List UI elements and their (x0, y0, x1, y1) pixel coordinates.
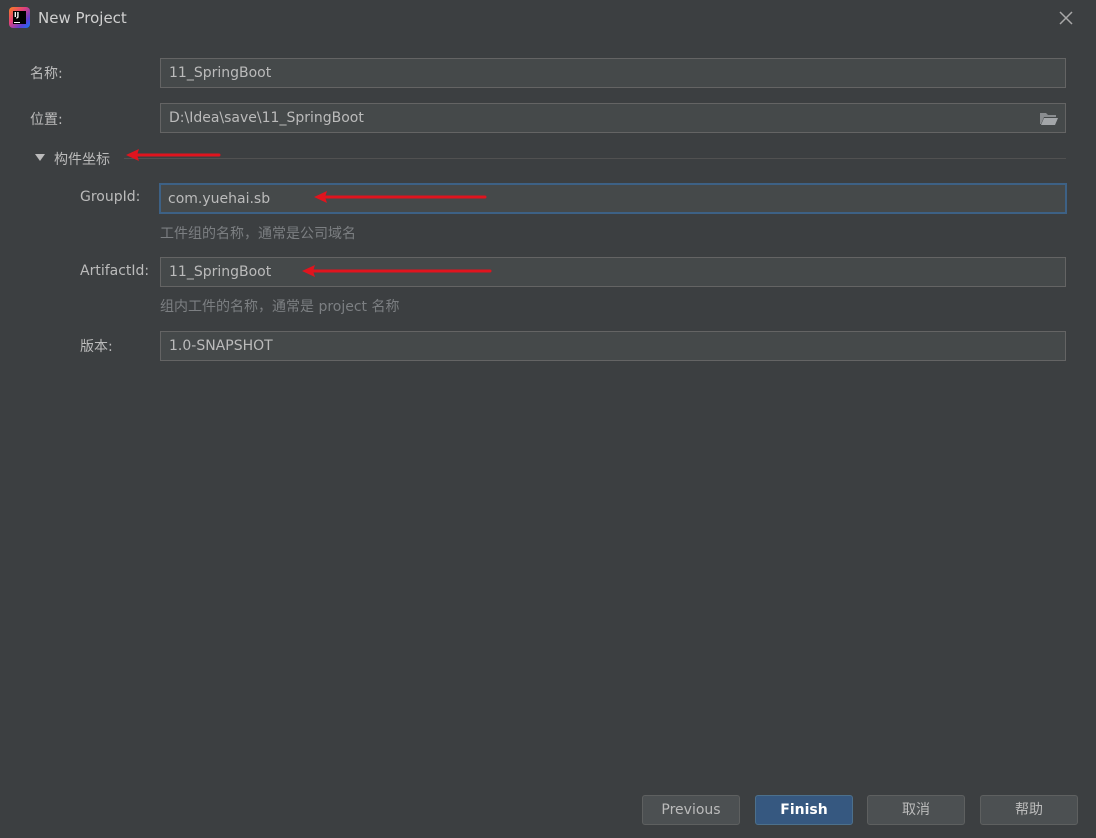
location-label: 位置: (30, 112, 63, 128)
section-title[interactable]: 构件坐标 (54, 149, 110, 169)
groupid-label: GroupId: (80, 189, 141, 205)
name-label: 名称: (30, 66, 63, 82)
folder-icon[interactable] (1039, 109, 1059, 127)
name-input[interactable] (160, 58, 1066, 88)
finish-button[interactable]: Finish (755, 795, 853, 825)
previous-button[interactable]: Previous (642, 795, 740, 825)
cancel-button[interactable]: 取消 (867, 795, 965, 825)
collapse-arrow-icon[interactable] (34, 153, 46, 163)
artifactid-hint: 组内工件的名称，通常是 project 名称 (160, 299, 400, 315)
annotation-arrow-section (126, 149, 221, 161)
groupid-input[interactable] (159, 183, 1067, 214)
help-button[interactable]: 帮助 (980, 795, 1078, 825)
artifactid-label: ArtifactId: (80, 263, 150, 279)
close-icon[interactable] (1057, 9, 1075, 27)
intellij-idea-icon: IJ (9, 7, 30, 28)
window-title: New Project (38, 9, 127, 27)
title-bar: IJ New Project (0, 0, 1096, 38)
section-divider (124, 158, 1066, 159)
groupid-hint: 工件组的名称，通常是公司域名 (160, 226, 356, 242)
artifactid-input[interactable] (160, 257, 1066, 287)
version-input[interactable] (160, 331, 1066, 361)
version-label: 版本: (80, 339, 113, 355)
location-input[interactable] (160, 103, 1066, 133)
